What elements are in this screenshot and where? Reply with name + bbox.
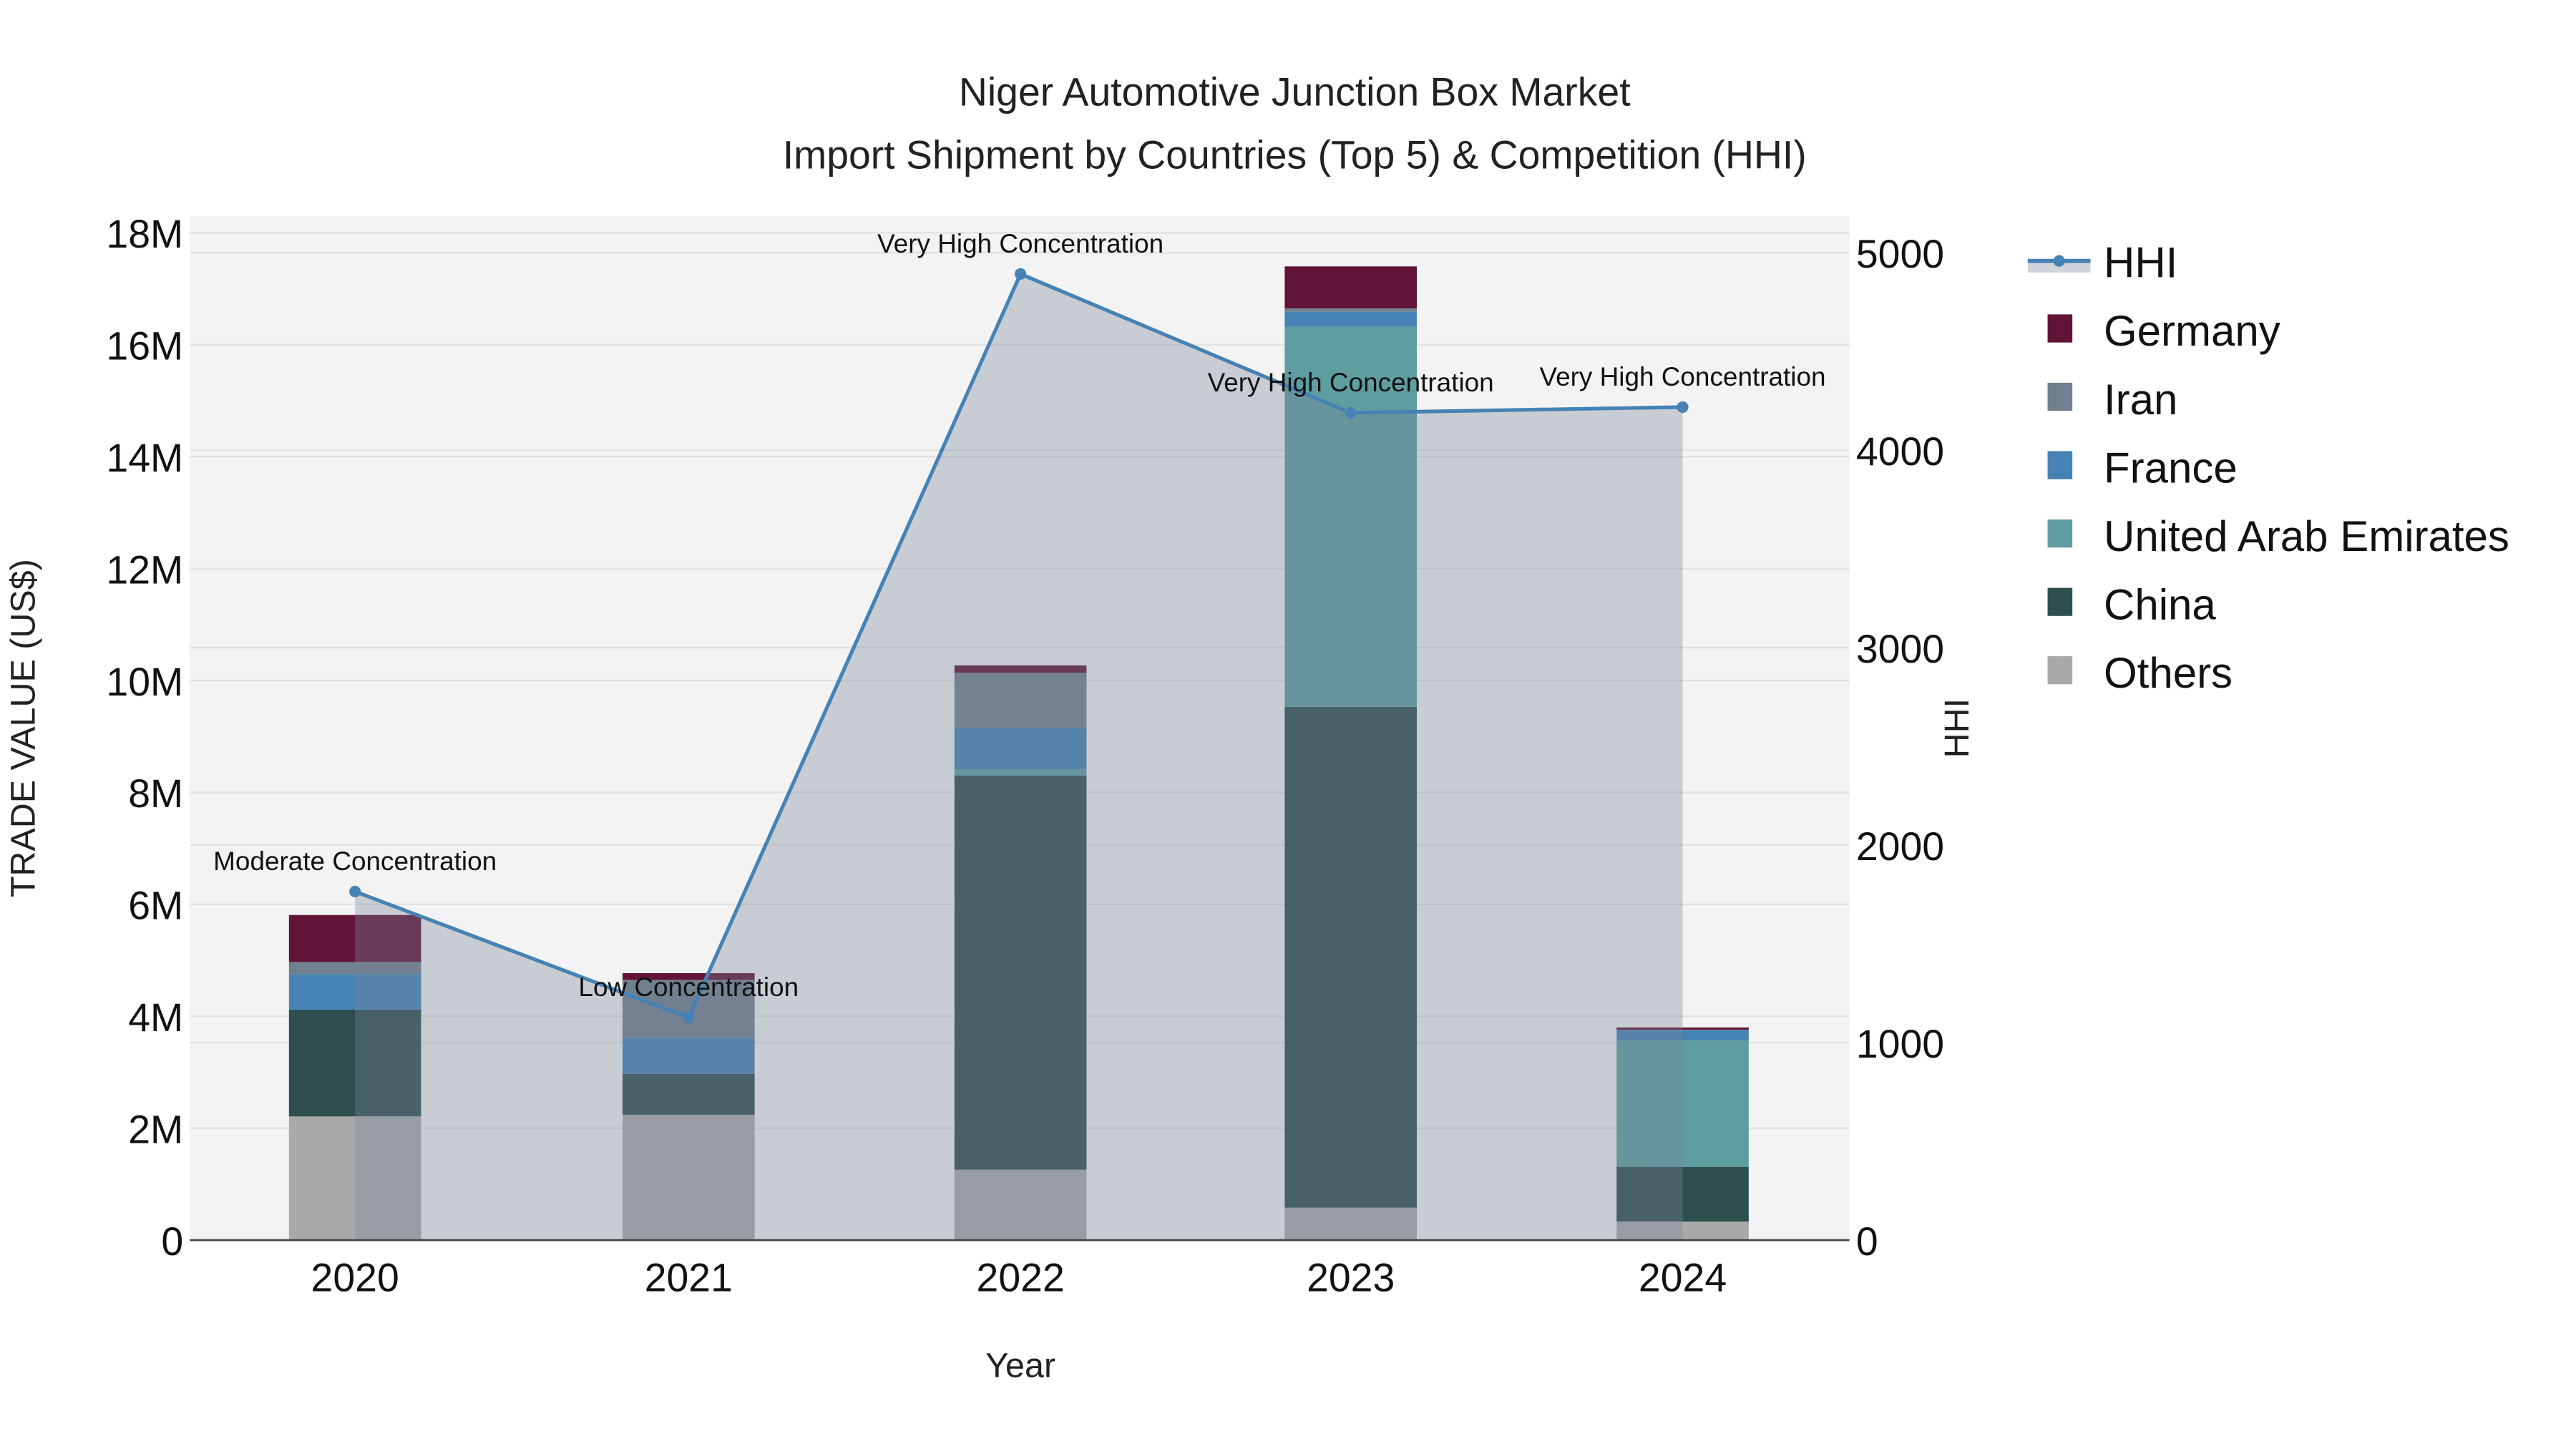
bar-france-2023 — [1284, 311, 1417, 327]
y2-axis-ticks: 0 1000 2000 3000 4000 5000 — [1856, 232, 1944, 1264]
legend-label-united-arab-emirates: United Arab Emirates — [2104, 512, 2509, 560]
legend-swatch-others — [2047, 656, 2073, 685]
x-tick-label: 2023 — [1307, 1256, 1395, 1300]
y-tick-label: 12M — [106, 547, 183, 592]
legend: HHI Germany Iran France United Arab Emirates… — [2027, 239, 2509, 697]
y-tick-label: 0 — [161, 1219, 183, 1264]
y-tick-label: 10M — [106, 660, 183, 704]
legend-swatch-germany — [2047, 314, 2073, 343]
chart-title: Niger Automotive Junction Box Market — [959, 70, 1631, 114]
x-axis-label: Year — [985, 1347, 1055, 1385]
x-tick-label: 2021 — [645, 1256, 733, 1300]
legend-label-hhi: HHI — [2104, 239, 2177, 287]
y-tick-label: 16M — [106, 324, 183, 369]
hhi-annotation-2023: Very High Concentration — [1208, 368, 1494, 397]
y-tick-label: 6M — [128, 884, 183, 928]
bar-germany-2023 — [1284, 266, 1417, 308]
legend-swatch-iran — [2047, 382, 2073, 411]
legend-label-france: France — [2104, 444, 2238, 492]
y-tick-label: 2M — [128, 1107, 183, 1151]
hhi-annotation-2024: Very High Concentration — [1540, 362, 1826, 391]
legend-label-others: Others — [2104, 649, 2233, 697]
legend-label-germany: Germany — [2104, 307, 2280, 355]
y2-tick-label: 5000 — [1856, 232, 1944, 276]
y2-tick-label: 4000 — [1856, 429, 1944, 474]
hhi-annotation-2020: Moderate Concentration — [213, 847, 497, 876]
legend-hhi-marker — [2053, 255, 2065, 267]
y-tick-label: 4M — [128, 995, 183, 1040]
hhi-annotation-2022: Very High Concentration — [877, 229, 1163, 258]
legend-label-china: China — [2104, 580, 2216, 628]
x-tick-label: 2020 — [311, 1256, 399, 1300]
y2-tick-label: 1000 — [1856, 1022, 1944, 1066]
legend-swatch-united-arab-emirates — [2047, 519, 2073, 548]
y2-axis-label: HHI — [1938, 698, 1976, 758]
x-tick-label: 2024 — [1639, 1256, 1727, 1300]
y-axis-label: TRADE VALUE (US$) — [4, 559, 42, 897]
hhi-point-2022 — [1015, 268, 1027, 280]
y-axis-ticks: 0 2M 4M 6M 8M 10M 12M 14M 16M 18M — [106, 212, 183, 1264]
y-tick-label: 14M — [106, 436, 183, 480]
y2-tick-label: 3000 — [1856, 627, 1944, 671]
y2-tick-label: 0 — [1856, 1219, 1878, 1264]
legend-swatch-france — [2047, 451, 2073, 479]
hhi-point-2023 — [1345, 406, 1357, 419]
x-axis-ticks: 2020 2021 2022 2023 2024 — [311, 1256, 1727, 1300]
bar-iran-2023 — [1284, 308, 1417, 312]
y-tick-label: 18M — [106, 212, 183, 256]
x-tick-label: 2022 — [977, 1256, 1065, 1300]
legend-swatch-china — [2047, 587, 2073, 616]
hhi-point-2024 — [1677, 401, 1689, 413]
y-tick-label: 8M — [128, 771, 183, 816]
chart-subtitle: Import Shipment by Countries (Top 5) & C… — [783, 132, 1807, 177]
hhi-point-2020 — [349, 885, 361, 898]
legend-label-iran: Iran — [2104, 376, 2177, 424]
hhi-point-2021 — [683, 1011, 695, 1024]
chart: Moderate Concentration Low Concentration V… — [4, 70, 2509, 1385]
y2-tick-label: 2000 — [1856, 824, 1944, 869]
hhi-annotation-2021: Low Concentration — [578, 972, 799, 1002]
